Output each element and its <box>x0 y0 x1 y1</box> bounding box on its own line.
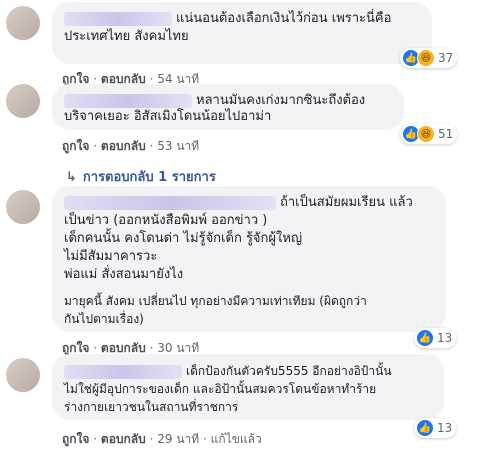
separator-dot: · <box>149 139 154 153</box>
separator-dot: · <box>203 432 207 446</box>
reply-arrow-icon: ↳ <box>66 170 77 185</box>
comment-bubble: หลานมันคงเก่งมากซินะถึงต้อง บริจาคเยอะ อ… <box>52 84 404 130</box>
separator-dot: · <box>93 139 98 153</box>
author-name-blurred[interactable] <box>64 195 276 210</box>
avatar[interactable] <box>6 358 40 392</box>
comment-bubble: แน่นอนต้องเลือกเงินไว้ก่อน เพราะนี่คือ ป… <box>52 2 432 64</box>
comment-text-line: ไม่ใช่ผู้มีอุปการะของเด็ก และอิป้านั้นสม… <box>64 382 377 396</box>
reaction-count: 51 <box>438 127 454 141</box>
comment-bubble: เด็กป้องกันตัวครับ5555 อีกอย่างอิป้านั้น… <box>52 354 444 420</box>
comment-text-line: เด็กคนนั้น คงโดนด่า ไม่รู้จักเด็ก รู้จัก… <box>64 231 303 246</box>
reaction-count: 13 <box>437 421 453 435</box>
laughing-face-icon: 😆 <box>417 125 435 143</box>
view-replies-link[interactable]: ↳ การตอบกลับ 1 รายการ <box>66 166 216 187</box>
comment-actions: ถูกใจ · ตอบกลับ · 29 นาที · แก้ไขแล้ว <box>62 430 262 449</box>
author-name-blurred[interactable] <box>64 93 192 108</box>
author-name-blurred[interactable] <box>64 11 172 26</box>
like-link[interactable]: ถูกใจ <box>62 341 89 355</box>
reply-link[interactable]: ตอบกลับ <box>101 139 146 153</box>
reaction-count: 37 <box>438 51 454 65</box>
comment-text-line: กันไปตามเรื่อง) <box>64 312 144 326</box>
reply-link[interactable]: ตอบกลับ <box>101 341 146 355</box>
reaction-summary[interactable]: 👍 😆 37 <box>400 48 458 68</box>
separator-dot: · <box>93 432 98 446</box>
laughing-face-icon: 😆 <box>417 49 435 67</box>
edited-label[interactable]: แก้ไขแล้ว <box>211 432 262 446</box>
reaction-summary[interactable]: 👍 13 <box>414 418 457 438</box>
reaction-summary[interactable]: 👍 😆 51 <box>400 124 458 144</box>
avatar[interactable] <box>6 6 40 40</box>
comment-text-line: ถ้าเป็นสมัยผมเรียน แล้ว <box>280 195 413 210</box>
timestamp[interactable]: 29 นาที <box>157 432 199 446</box>
reaction-count: 13 <box>437 331 453 345</box>
comment-text-line: ประเทศไทย สังคมไทย <box>64 29 189 44</box>
author-name-blurred[interactable] <box>64 364 182 379</box>
thumbs-up-icon: 👍 <box>416 329 434 347</box>
timestamp[interactable]: 30 นาที <box>157 341 199 355</box>
like-link[interactable]: ถูกใจ <box>62 432 89 446</box>
avatar[interactable] <box>6 190 40 224</box>
comment-text-line: เป็นข่าว (ออกหนังสือพิมพ์ ออกข่าว ) <box>64 213 268 228</box>
reply-link[interactable]: ตอบกลับ <box>101 432 146 446</box>
comment-text-line: หลานมันคงเก่งมากซินะถึงต้อง <box>196 93 366 108</box>
comment-bubble: ถ้าเป็นสมัยผมเรียน แล้ว เป็นข่าว (ออกหนั… <box>52 186 446 332</box>
comment-text-line: เด็กป้องกันตัวครับ5555 อีกอย่างอิป้านั้น <box>186 364 392 378</box>
comment-text-line: มายุคนี้ สังคม เปลี่ยนไป ทุกอย่างมีความเ… <box>64 294 367 308</box>
timestamp[interactable]: 53 นาที <box>157 139 199 153</box>
separator-dot: · <box>149 341 154 355</box>
separator-dot: · <box>149 432 154 446</box>
comment-text-line: ไม่มีสัมมาคารวะ <box>64 249 158 264</box>
reaction-summary[interactable]: 👍 13 <box>414 328 457 348</box>
separator-dot: · <box>93 341 98 355</box>
comment-text-line: แน่นอนต้องเลือกเงินไว้ก่อน เพราะนี่คือ <box>176 11 392 26</box>
view-replies-label: การตอบกลับ 1 รายการ <box>82 170 216 185</box>
like-link[interactable]: ถูกใจ <box>62 139 89 153</box>
thumbs-up-icon: 👍 <box>416 419 434 437</box>
comment-actions: ถูกใจ · ตอบกลับ · 53 นาที <box>62 137 199 156</box>
comment-text-line: บริจาคเยอะ อิสัสเมิงโดนน้อยไปอาม่า <box>64 109 272 124</box>
avatar[interactable] <box>6 84 40 118</box>
comment-text-line: ร่างกายเยาวชนในสถานที่ราชการ <box>64 400 239 414</box>
comment-text-line: พ่อแม่ สั่งสอนมายังไง <box>64 267 184 282</box>
